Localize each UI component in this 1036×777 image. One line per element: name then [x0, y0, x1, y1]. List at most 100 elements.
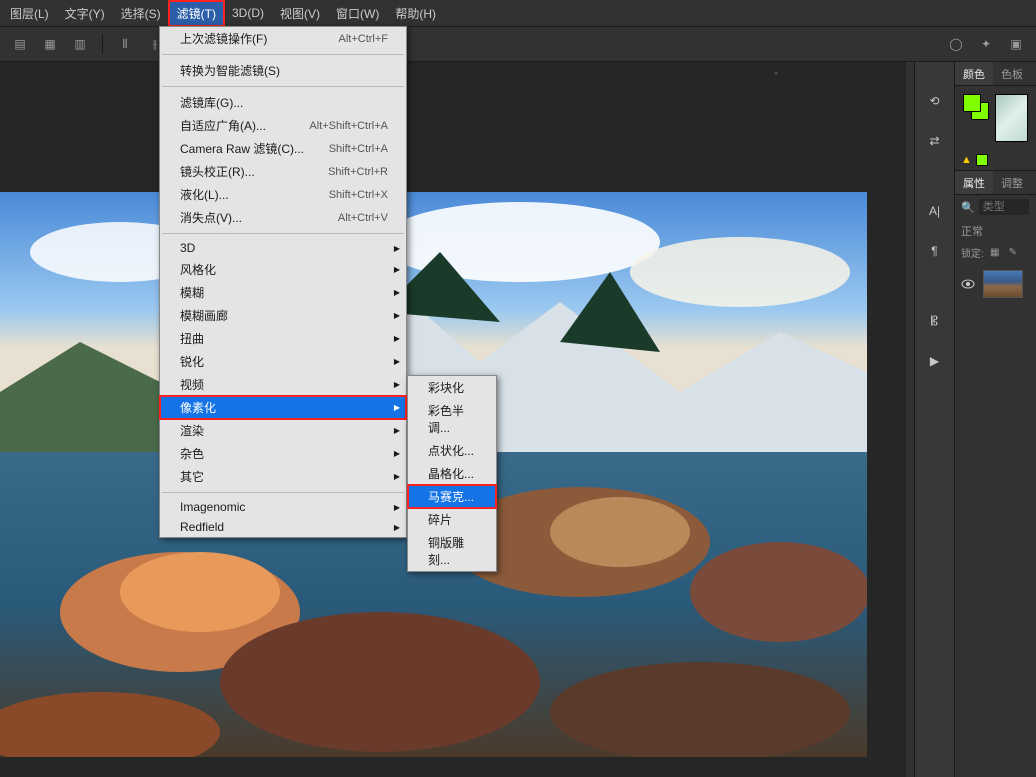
- tab-color[interactable]: 颜色: [955, 62, 993, 85]
- layer-filter-input[interactable]: [979, 199, 1029, 215]
- menu-label: 扭曲: [180, 330, 204, 347]
- menu-render[interactable]: 渲染: [160, 419, 406, 442]
- menu-layer[interactable]: 图层(L): [2, 1, 57, 26]
- camera-icon[interactable]: ▣: [1004, 32, 1028, 56]
- lock-transparency-icon[interactable]: ▦: [988, 246, 1002, 260]
- lock-pixels-icon[interactable]: ✎: [1006, 246, 1020, 260]
- menu-liquify[interactable]: 液化(L)...Shift+Ctrl+X: [160, 183, 406, 206]
- menu-label: 渲染: [180, 422, 204, 439]
- menu-adaptive-wide[interactable]: 自适应广角(A)...Alt+Shift+Ctrl+A: [160, 114, 406, 137]
- properties-tabs: 属性 调整: [955, 171, 1036, 195]
- filter-menu: 上次滤镜操作(F) Alt+Ctrl+F 转换为智能滤镜(S) 滤镜库(G)..…: [159, 26, 407, 538]
- submenu-crystallize[interactable]: 晶格化...: [408, 462, 496, 485]
- menu-select[interactable]: 选择(S): [113, 1, 169, 26]
- menu-other[interactable]: 其它: [160, 465, 406, 488]
- menu-3d[interactable]: 3D(D): [224, 2, 272, 24]
- menu-convert-smart[interactable]: 转换为智能滤镜(S): [160, 59, 406, 82]
- menu-label: 像素化: [180, 399, 216, 416]
- menu-3d-sub[interactable]: 3D: [160, 238, 406, 258]
- menu-label: 转换为智能滤镜(S): [180, 62, 280, 79]
- menu-vanishing-point[interactable]: 消失点(V)...Alt+Ctrl+V: [160, 206, 406, 229]
- scroll-up-icon[interactable]: ˆ: [775, 72, 778, 83]
- menu-filter[interactable]: 滤镜(T): [169, 1, 224, 26]
- menu-video[interactable]: 视频: [160, 373, 406, 396]
- menu-label: 杂色: [180, 445, 204, 462]
- cube-icon[interactable]: [976, 154, 988, 166]
- foreground-color[interactable]: [963, 94, 981, 112]
- color-picker-preview[interactable]: [995, 94, 1028, 142]
- menu-distort[interactable]: 扭曲: [160, 327, 406, 350]
- options-toolbar: ▤ ▦ ▥ ⫴ ⫲ ⫶ ◯ ✦ ▣: [0, 26, 1036, 62]
- menu-label: Camera Raw 滤镜(C)...: [180, 140, 304, 157]
- menu-label: 晶格化...: [428, 465, 474, 482]
- menu-sharpen[interactable]: 锐化: [160, 350, 406, 373]
- menu-label: 模糊: [180, 284, 204, 301]
- submenu-mezzotint[interactable]: 铜版雕刻...: [408, 531, 496, 571]
- warning-row: ▲: [955, 150, 1036, 170]
- menubar: 图层(L) 文字(Y) 选择(S) 滤镜(T) 3D(D) 视图(V) 窗口(W…: [0, 0, 1036, 26]
- menu-label: Redfield: [180, 520, 224, 534]
- menu-redfield[interactable]: Redfield: [160, 517, 406, 537]
- menu-view[interactable]: 视图(V): [272, 1, 328, 26]
- align-right-icon[interactable]: ▥: [68, 32, 92, 56]
- menu-label: 模糊画廊: [180, 307, 228, 324]
- play-icon[interactable]: ▶: [924, 350, 946, 372]
- menu-noise[interactable]: 杂色: [160, 442, 406, 465]
- menu-window[interactable]: 窗口(W): [328, 1, 387, 26]
- visibility-icon[interactable]: [961, 279, 975, 289]
- separator: [162, 54, 404, 55]
- separator: [162, 233, 404, 234]
- menu-stylize[interactable]: 风格化: [160, 258, 406, 281]
- menu-blur-gallery[interactable]: 模糊画廊: [160, 304, 406, 327]
- layer-row[interactable]: [955, 262, 1036, 306]
- menu-imagenomic[interactable]: Imagenomic: [160, 497, 406, 517]
- menu-label: 镜头校正(R)...: [180, 163, 255, 180]
- menu-label: 自适应广角(A)...: [180, 117, 266, 134]
- menu-label: 铜版雕刻...: [428, 534, 478, 568]
- menu-label: 马赛克...: [428, 488, 474, 505]
- menu-label: 其它: [180, 468, 204, 485]
- blend-mode-row[interactable]: 正常: [955, 219, 1036, 243]
- menu-label: 点状化...: [428, 442, 474, 459]
- mode-icon[interactable]: ◯: [944, 32, 968, 56]
- brush-icon[interactable]: 𝄡: [924, 310, 946, 332]
- menu-label: 消失点(V)...: [180, 209, 242, 226]
- distribute-h-icon[interactable]: ⫴: [113, 32, 137, 56]
- paragraph-icon[interactable]: ¶: [924, 240, 946, 262]
- menu-label: 液化(L)...: [180, 186, 229, 203]
- align-center-icon[interactable]: ▦: [38, 32, 62, 56]
- submenu-fragment[interactable]: 碎片: [408, 508, 496, 531]
- tab-adjustments[interactable]: 调整: [993, 171, 1031, 194]
- menu-filter-gallery[interactable]: 滤镜库(G)...: [160, 91, 406, 114]
- warning-icon: ▲: [961, 154, 972, 166]
- menu-last-filter[interactable]: 上次滤镜操作(F) Alt+Ctrl+F: [160, 27, 406, 50]
- adjustments-icon[interactable]: ⇄: [924, 130, 946, 152]
- separator: [102, 34, 103, 54]
- submenu-mosaic[interactable]: 马赛克...: [408, 485, 496, 508]
- separator: [162, 86, 404, 87]
- submenu-color-halftone[interactable]: 彩色半调...: [408, 399, 496, 439]
- menu-help[interactable]: 帮助(H): [387, 1, 444, 26]
- align-left-icon[interactable]: ▤: [8, 32, 32, 56]
- blend-mode-label: 正常: [961, 223, 983, 239]
- menu-lens-correction[interactable]: 镜头校正(R)...Shift+Ctrl+R: [160, 160, 406, 183]
- tab-swatches[interactable]: 色板: [993, 62, 1031, 85]
- menu-label: 滤镜库(G)...: [180, 94, 243, 111]
- submenu-pointillize[interactable]: 点状化...: [408, 439, 496, 462]
- submenu-facet[interactable]: 彩块化: [408, 376, 496, 399]
- menu-camera-raw[interactable]: Camera Raw 滤镜(C)...Shift+Ctrl+A: [160, 137, 406, 160]
- menu-label: 彩色半调...: [428, 402, 478, 436]
- menu-text[interactable]: 文字(Y): [57, 1, 113, 26]
- search-row: 🔍: [955, 195, 1036, 219]
- history-icon[interactable]: ⟲: [924, 90, 946, 112]
- menu-pixelate[interactable]: 像素化: [160, 396, 406, 419]
- character-icon[interactable]: A|: [924, 200, 946, 222]
- layer-thumbnail[interactable]: [983, 270, 1023, 298]
- tab-properties[interactable]: 属性: [955, 171, 993, 194]
- search-icon: 🔍: [961, 201, 975, 214]
- menu-shortcut: Alt+Ctrl+F: [338, 33, 388, 45]
- menu-blur[interactable]: 模糊: [160, 281, 406, 304]
- menu-label: 上次滤镜操作(F): [180, 30, 267, 47]
- color-swatch-area: [955, 86, 1036, 150]
- 3d-icon[interactable]: ✦: [974, 32, 998, 56]
